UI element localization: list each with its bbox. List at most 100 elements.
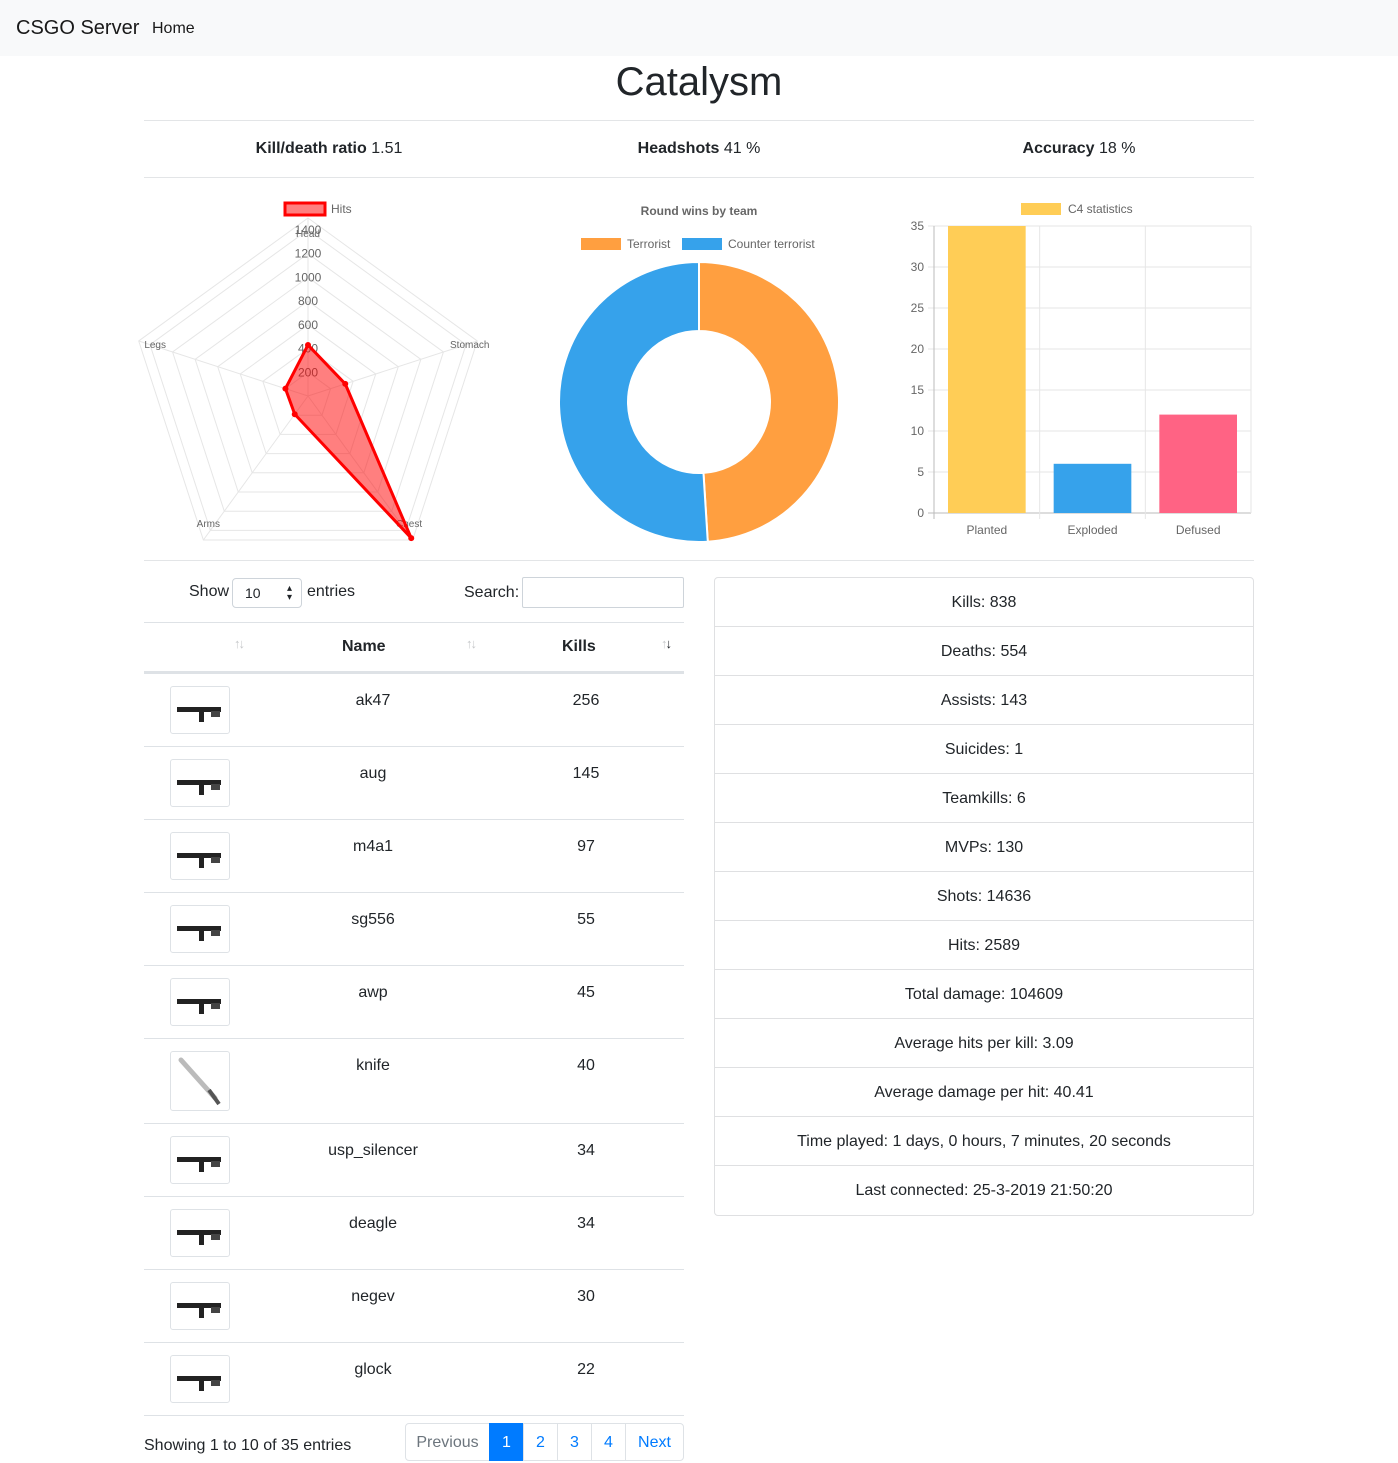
entries-label: entries [307,583,356,600]
bar-y-tick-label: 35 [911,219,925,233]
radar-tick-label: 800 [298,294,318,308]
bar [1159,414,1237,513]
table-header-top-border [144,622,684,623]
radar-gridline [217,300,399,474]
pagination-previous[interactable]: Previous [405,1423,490,1461]
kd-ratio-label: Kill/death ratio [255,140,367,157]
table-row: negev 30 [144,1270,684,1343]
sort-icon[interactable]: ↑↓ [466,636,477,651]
radar-series-area [283,342,413,540]
pagination-next[interactable]: Next [625,1423,684,1461]
weapon-kills: 97 [577,838,595,855]
bar-legend-label: C4 statistics [1068,202,1133,216]
bar-category-label: Exploded [1067,523,1117,537]
select-arrows-icon: ▴ ▾ [286,583,292,603]
weapon-thumbnail [170,1282,230,1330]
pagination-page-1[interactable]: 1 [489,1423,524,1461]
search-label: Search: [464,584,520,601]
donut-legend-label: Terrorist [627,237,671,251]
bar-y-tick-label: 10 [911,424,925,438]
table-row: glock 22 [144,1343,684,1416]
navbar-brand[interactable]: CSGO Server [16,17,139,40]
bar [1053,463,1132,513]
radar-axis-label: Chest [396,519,422,530]
weapon-icon [177,1157,221,1172]
weapon-kills: 145 [572,765,600,782]
radar-point [305,341,311,348]
radar-tick-label: 200 [298,365,318,379]
pagination-page-2[interactable]: 2 [523,1423,558,1461]
kd-ratio-value: 1.51 [371,140,403,157]
radar-legend-label: Hits [331,202,352,216]
stat-item: Average hits per kill: 3.09 [715,1019,1253,1068]
stat-item: Average damage per hit: 40.41 [715,1068,1253,1117]
search-input[interactable] [522,577,684,608]
stat-item: Total damage: 104609 [715,970,1253,1019]
pagination-page-3[interactable]: 3 [557,1423,592,1461]
page-size-select[interactable]: 10 ▴ ▾ [232,578,302,608]
radar-legend-swatch [283,201,327,217]
radar-point [342,380,349,387]
weapon-name: negev [351,1288,395,1305]
radar-axis-label: Legs [144,340,166,351]
weapon-name: knife [356,1057,390,1074]
stat-item: Deaths: 554 [715,627,1253,676]
bar-y-tick-label: 5 [917,465,924,479]
weapon-name: aug [359,765,387,782]
weapon-name: awp [358,984,388,1001]
weapon-kills: 34 [577,1215,595,1232]
weapon-thumbnail [170,759,230,807]
sort-icon[interactable]: ↑↓ [234,636,245,651]
headshots-summary: Headshots 41 % [514,140,884,158]
nav-link-home[interactable]: Home [152,20,195,38]
bar-y-tick-label: 15 [911,383,925,397]
bar-y-tick-label: 25 [911,301,925,315]
weapon-icon [177,1230,221,1245]
bar-category-label: Defused [1176,523,1221,537]
stat-item: Teamkills: 6 [715,774,1253,823]
bar [948,226,1026,513]
radar-gridline [138,217,478,541]
pagination-page-4[interactable]: 4 [591,1423,626,1461]
player-stats-list: Kills: 838 Deaths: 554 Assists: 143 Suicide… [714,577,1254,1216]
donut-title: Round wins by team [641,204,758,218]
donut-legend-swatch [682,238,722,250]
radar-point [282,385,289,392]
radar-gridline [149,229,467,531]
page-title: Catalysm [615,60,783,104]
weapon-thumbnail [170,905,230,953]
radar-tick-label: 600 [298,318,318,332]
bar-y-tick-label: 0 [917,506,924,520]
weapon-thumbnail [170,686,230,734]
radar-axis-label: Stomach [450,340,489,351]
weapon-kills: 256 [572,692,600,709]
radar-tick-label: 1400 [295,223,322,237]
weapon-icon [177,926,221,941]
weapon-icon [177,780,221,795]
weapon-kills: 55 [577,911,595,928]
column-header-kills[interactable]: Kills [562,638,596,656]
donut-legend-label: Counter terrorist [728,237,815,251]
weapon-icon [177,1303,221,1318]
weapon-name: deagle [348,1215,398,1232]
divider [144,560,1254,561]
table-row: awp 45 [144,966,684,1039]
kd-ratio-summary: Kill/death ratio 1.51 [144,140,514,158]
stat-item: Shots: 14636 [715,872,1253,921]
table-row: deagle 34 [144,1197,684,1270]
column-header-name[interactable]: Name [342,638,386,656]
table-row: sg556 55 [144,893,684,966]
weapon-icon [177,853,221,868]
weapon-thumbnail [170,978,230,1026]
radar-axis-label: Head [296,229,320,240]
weapon-kills: 34 [577,1142,595,1159]
navbar: CSGO Server Home [0,0,1398,56]
radar-gridline [194,276,422,493]
weapon-name: glock [354,1361,392,1378]
show-label: Show [189,583,230,600]
sort-desc-icon[interactable]: ↑↓ [661,636,672,651]
accuracy-label: Accuracy [1022,140,1095,157]
weapon-name: m4a1 [352,838,394,855]
radar-tick-label: 1200 [295,247,322,261]
divider [144,120,1254,121]
